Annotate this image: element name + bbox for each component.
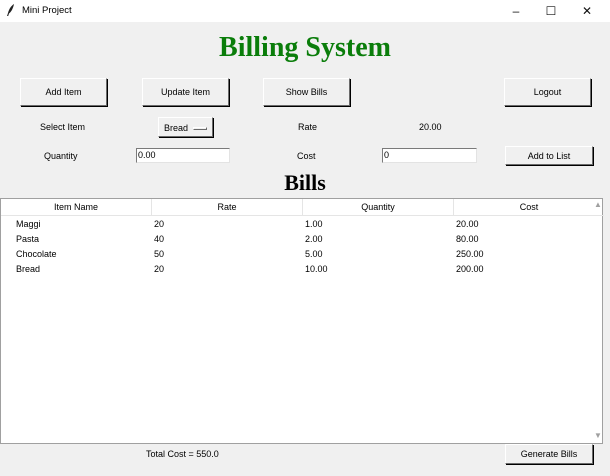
feather-icon: [7, 4, 14, 16]
cell-rate: 40: [154, 234, 165, 244]
cell-item-name: Bread: [16, 264, 41, 274]
table-row[interactable]: Maggi 20 1.00 20.00: [1, 217, 604, 232]
scroll-up-arrow-icon[interactable]: ▲: [594, 200, 602, 209]
total-cost-text: Total Cost = 550.0: [146, 449, 219, 459]
cell-cost: 200.00: [456, 264, 484, 274]
cell-quantity: 2.00: [305, 234, 323, 244]
cell-item-name: Chocolate: [16, 249, 57, 259]
select-item-label: Select Item: [40, 122, 86, 132]
generate-bills-button[interactable]: Generate Bills: [505, 444, 593, 464]
table-row[interactable]: Chocolate 50 5.00 250.00: [1, 247, 604, 262]
add-item-button[interactable]: Add Item: [20, 78, 107, 106]
window-title: Mini Project: [22, 5, 72, 16]
selected-item-value: Bread: [164, 123, 189, 133]
cell-item-name: Maggi: [16, 219, 41, 229]
quantity-label: Quantity: [44, 151, 78, 161]
scroll-down-arrow-icon[interactable]: ▼: [594, 431, 602, 440]
maximize-button[interactable]: ☐: [533, 0, 569, 22]
cell-rate: 50: [154, 249, 165, 259]
bills-table[interactable]: Item Name Rate Quantity Cost Maggi 20 1.…: [0, 198, 604, 444]
cell-rate: 20: [154, 219, 165, 229]
cell-rate: 20: [154, 264, 165, 274]
cell-cost: 20.00: [456, 219, 479, 229]
update-item-button[interactable]: Update Item: [142, 78, 229, 106]
cell-cost: 80.00: [456, 234, 479, 244]
add-to-list-button[interactable]: Add to List: [505, 146, 593, 165]
column-header-rate[interactable]: Rate: [152, 199, 303, 216]
page-title: Billing System: [219, 32, 391, 63]
minimize-button[interactable]: –: [498, 0, 534, 22]
column-header-item-name[interactable]: Item Name: [1, 199, 152, 216]
table-row[interactable]: Pasta 40 2.00 80.00: [1, 232, 604, 247]
quantity-input[interactable]: 0.00: [136, 148, 230, 163]
item-select-dropdown[interactable]: Bread: [158, 117, 213, 137]
cell-item-name: Pasta: [16, 234, 40, 244]
cell-cost: 250.00: [456, 249, 484, 259]
cost-label: Cost: [297, 151, 316, 161]
logout-button[interactable]: Logout: [504, 78, 591, 106]
rate-value: 20.00: [419, 122, 442, 132]
dropdown-indicator-icon: [193, 127, 207, 130]
column-header-quantity[interactable]: Quantity: [303, 199, 454, 216]
table-row[interactable]: Bread 20 10.00 200.00: [1, 262, 604, 277]
show-bills-button[interactable]: Show Bills: [263, 78, 350, 106]
table-header: Item Name Rate Quantity Cost: [1, 199, 604, 216]
close-button[interactable]: ✕: [569, 0, 605, 22]
cell-quantity: 10.00: [305, 264, 328, 274]
title-bar: Mini Project – ☐ ✕: [0, 0, 610, 22]
column-header-cost[interactable]: Cost: [454, 199, 604, 216]
cell-quantity: 5.00: [305, 249, 323, 259]
rate-label: Rate: [298, 122, 318, 132]
cost-input[interactable]: 0: [382, 148, 477, 163]
bills-title: Bills: [284, 170, 326, 195]
cell-quantity: 1.00: [305, 219, 323, 229]
